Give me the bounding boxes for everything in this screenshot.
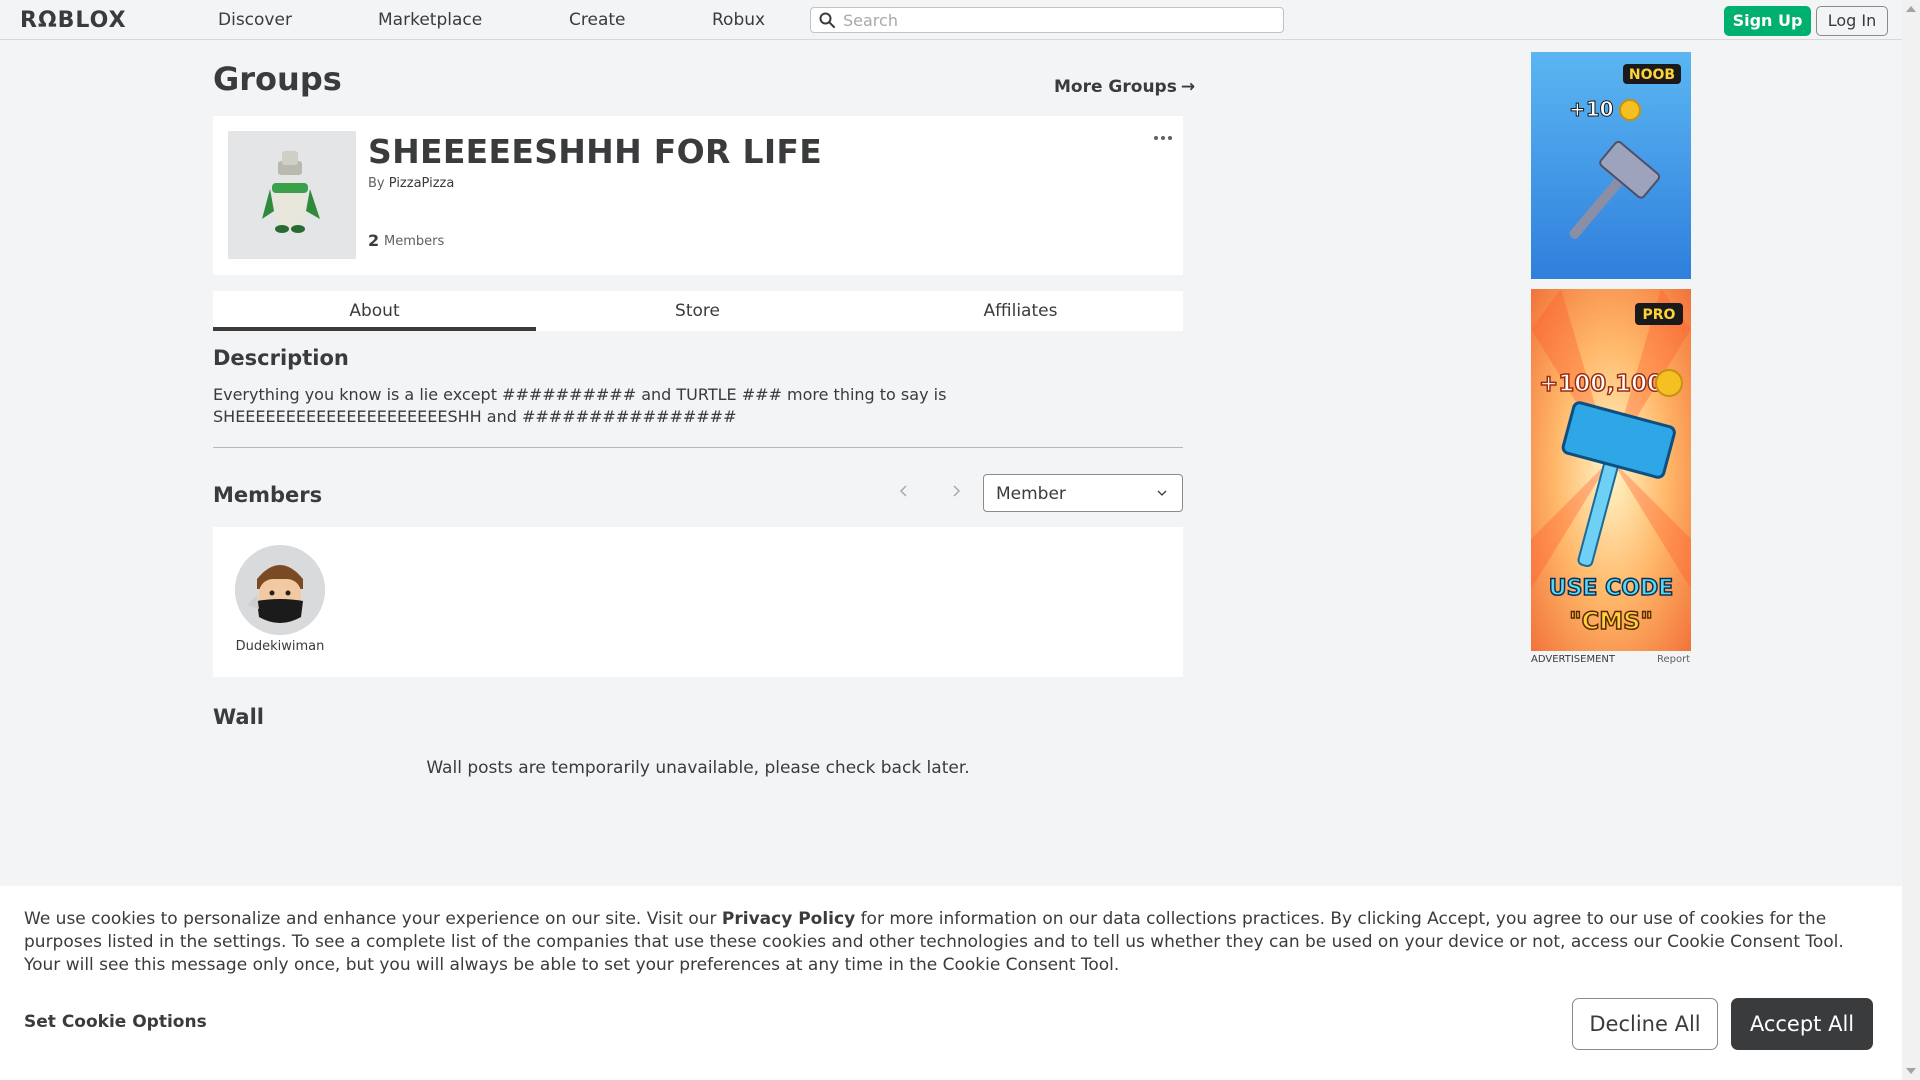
- ad2-code-line1: USE CODE: [1549, 576, 1674, 601]
- cookie-text-before: We use cookies to personalize and enhanc…: [24, 909, 722, 929]
- search-icon[interactable]: [819, 12, 835, 28]
- role-filter-dropdown[interactable]: Member: [983, 474, 1183, 512]
- nav-robux[interactable]: Robux: [712, 10, 765, 30]
- group-tabs: About Store Affiliates: [213, 291, 1183, 331]
- chevron-left-icon[interactable]: [898, 485, 910, 497]
- role-filter-value: Member: [996, 484, 1066, 504]
- cookie-consent-banner: We use cookies to personalize and enhanc…: [0, 886, 1902, 1080]
- by-prefix: By: [368, 176, 385, 191]
- ad2-reward-text: +100,100: [1539, 371, 1663, 397]
- member-avatar[interactable]: [235, 545, 325, 635]
- chevron-down-icon: [1157, 490, 1167, 496]
- privacy-policy-link[interactable]: Privacy Policy: [722, 909, 855, 929]
- members-heading: Members: [213, 483, 323, 507]
- report-ad-link[interactable]: Report: [1657, 654, 1690, 665]
- members-list: Dudekiwiman: [213, 527, 1183, 677]
- roblox-logo[interactable]: RΩBLOX: [20, 8, 127, 33]
- wall-heading: Wall: [213, 705, 264, 729]
- group-emblem-figure: [262, 151, 320, 233]
- advertisement-noob[interactable]: NOOB +10: [1531, 52, 1691, 279]
- description-heading: Description: [213, 346, 349, 370]
- group-owner-link[interactable]: PizzaPizza: [389, 176, 455, 191]
- search-box[interactable]: [810, 7, 1284, 33]
- more-groups-label: More Groups: [1054, 77, 1177, 97]
- group-name: SHEEEEESHHH FOR LIFE: [368, 132, 823, 171]
- cookie-message: We use cookies to personalize and enhanc…: [24, 908, 1880, 977]
- decline-all-button[interactable]: Decline All: [1572, 998, 1718, 1050]
- scroll-down-arrow-icon[interactable]: [1906, 1068, 1916, 1074]
- top-navigation-bar: RΩBLOX Discover Marketplace Create Robux…: [0, 0, 1902, 40]
- tab-store[interactable]: Store: [536, 291, 859, 331]
- member-count-label: Members: [384, 234, 445, 249]
- search-input[interactable]: [843, 10, 1273, 30]
- ad2-code-line2: "CMS": [1569, 607, 1653, 635]
- member-name[interactable]: Dudekiwiman: [225, 639, 335, 654]
- avatar-headshot: [235, 545, 325, 635]
- nav-create[interactable]: Create: [569, 10, 626, 30]
- more-groups-link[interactable]: More Groups →: [1054, 77, 1195, 97]
- nav-discover[interactable]: Discover: [218, 10, 292, 30]
- advertisement-pro[interactable]: PRO +100,100 USE CODE "CMS": [1531, 289, 1691, 651]
- wall-unavailable-message: Wall posts are temporarily unavailable, …: [426, 758, 970, 778]
- advertisement-label: ADVERTISEMENT: [1531, 654, 1616, 665]
- section-divider: [213, 447, 1183, 448]
- group-owner-line: By PizzaPizza: [368, 176, 454, 191]
- ad1-badge-text: NOOB: [1629, 67, 1675, 83]
- group-emblem-image: [228, 131, 356, 259]
- ad2-badge-text: PRO: [1643, 307, 1676, 323]
- ad-pro-artwork: PRO +100,100 USE CODE "CMS": [1531, 289, 1691, 651]
- scroll-up-arrow-icon[interactable]: [1906, 6, 1916, 12]
- member-count: 2: [368, 231, 380, 250]
- page-title: Groups: [213, 60, 342, 98]
- sign-up-button[interactable]: Sign Up: [1724, 6, 1811, 36]
- tab-about[interactable]: About: [213, 291, 536, 331]
- tab-affiliates[interactable]: Affiliates: [859, 291, 1182, 331]
- group-header-card: SHEEEEESHHH FOR LIFE By PizzaPizza 2 Mem…: [213, 116, 1183, 275]
- ad-noob-artwork: NOOB +10: [1531, 52, 1691, 279]
- log-in-button[interactable]: Log In: [1816, 6, 1888, 36]
- set-cookie-options-link[interactable]: Set Cookie Options: [24, 1012, 207, 1032]
- arrow-right-icon: →: [1180, 77, 1196, 97]
- group-description: Everything you know is a lie except ####…: [213, 385, 947, 426]
- accept-all-button[interactable]: Accept All: [1731, 998, 1873, 1050]
- nav-marketplace[interactable]: Marketplace: [378, 10, 482, 30]
- ad1-reward-text: +10: [1569, 97, 1614, 121]
- chevron-right-icon[interactable]: [950, 485, 962, 497]
- page-scrollbar[interactable]: [1902, 0, 1920, 1080]
- more-options-icon[interactable]: [1153, 134, 1173, 142]
